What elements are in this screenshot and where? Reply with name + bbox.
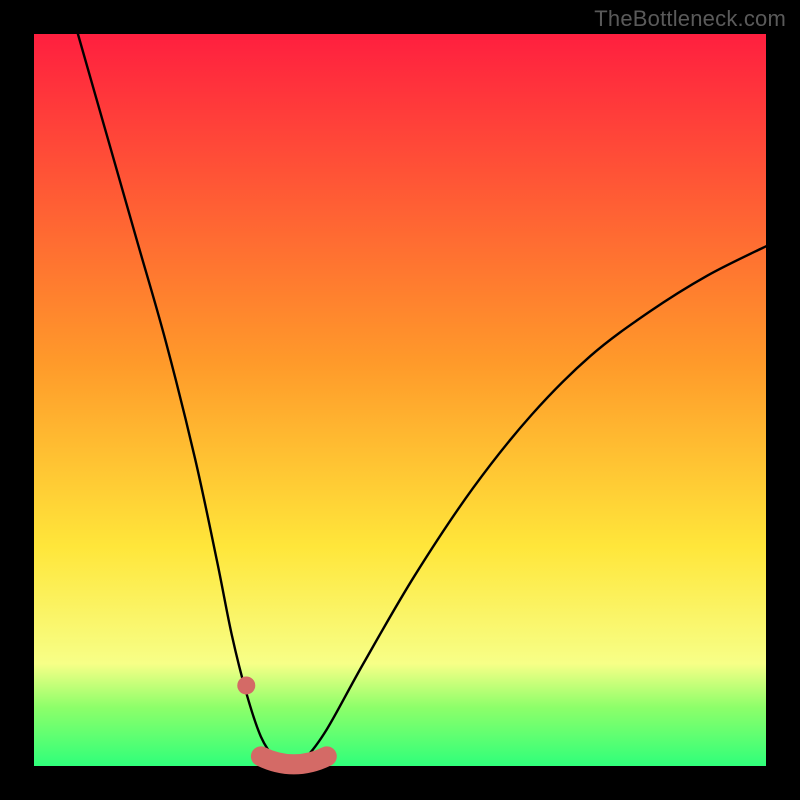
optimal-point-marker — [237, 676, 255, 694]
optimal-band-marker — [261, 756, 327, 764]
watermark-text: TheBottleneck.com — [594, 6, 786, 32]
bottleneck-chart — [0, 0, 800, 800]
chart-frame: TheBottleneck.com — [0, 0, 800, 800]
plot-area — [34, 34, 766, 766]
